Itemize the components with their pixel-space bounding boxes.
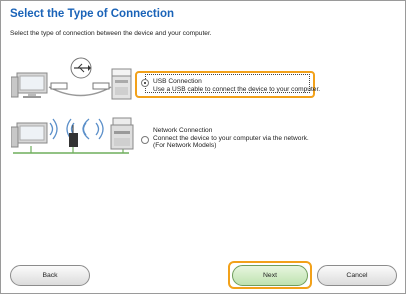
page-subtitle: Select the type of connection between th…: [10, 30, 212, 37]
network-connection-note: (For Network Models): [153, 142, 217, 150]
network-connection-illustration: [11, 117, 134, 154]
usb-connection-option[interactable]: USB Connection Use a USB cable to connec…: [141, 78, 320, 93]
back-button[interactable]: Back: [10, 265, 90, 286]
network-connection-description: Connect the device to your computer via …: [153, 134, 309, 142]
usb-connection-title: USB Connection: [153, 78, 202, 85]
usb-symbol-icon: [70, 57, 92, 79]
network-connection-title: Network Connection: [153, 127, 213, 134]
usb-cable-icon: [48, 82, 112, 97]
network-connection-radio[interactable]: [141, 136, 149, 144]
router-icon: [69, 125, 78, 147]
monitor-icon: [16, 72, 48, 98]
cancel-button[interactable]: Cancel: [317, 265, 397, 286]
network-monitor-icon: [11, 122, 48, 148]
network-connection-option[interactable]: Network Connection Connect the device to…: [141, 127, 309, 150]
next-button[interactable]: Next: [232, 265, 308, 286]
computer-tower-icon: [11, 76, 19, 98]
usb-connection-radio[interactable]: [141, 79, 149, 87]
usb-connection-illustration: [11, 57, 132, 100]
dialog-window: Select the Type of Connection Select the…: [0, 0, 406, 294]
page-title: Select the Type of Connection: [10, 8, 174, 20]
usb-connection-description: Use a USB cable to connect the device to…: [153, 85, 321, 93]
printer-icon: [111, 68, 132, 100]
network-printer-icon: [110, 117, 134, 150]
